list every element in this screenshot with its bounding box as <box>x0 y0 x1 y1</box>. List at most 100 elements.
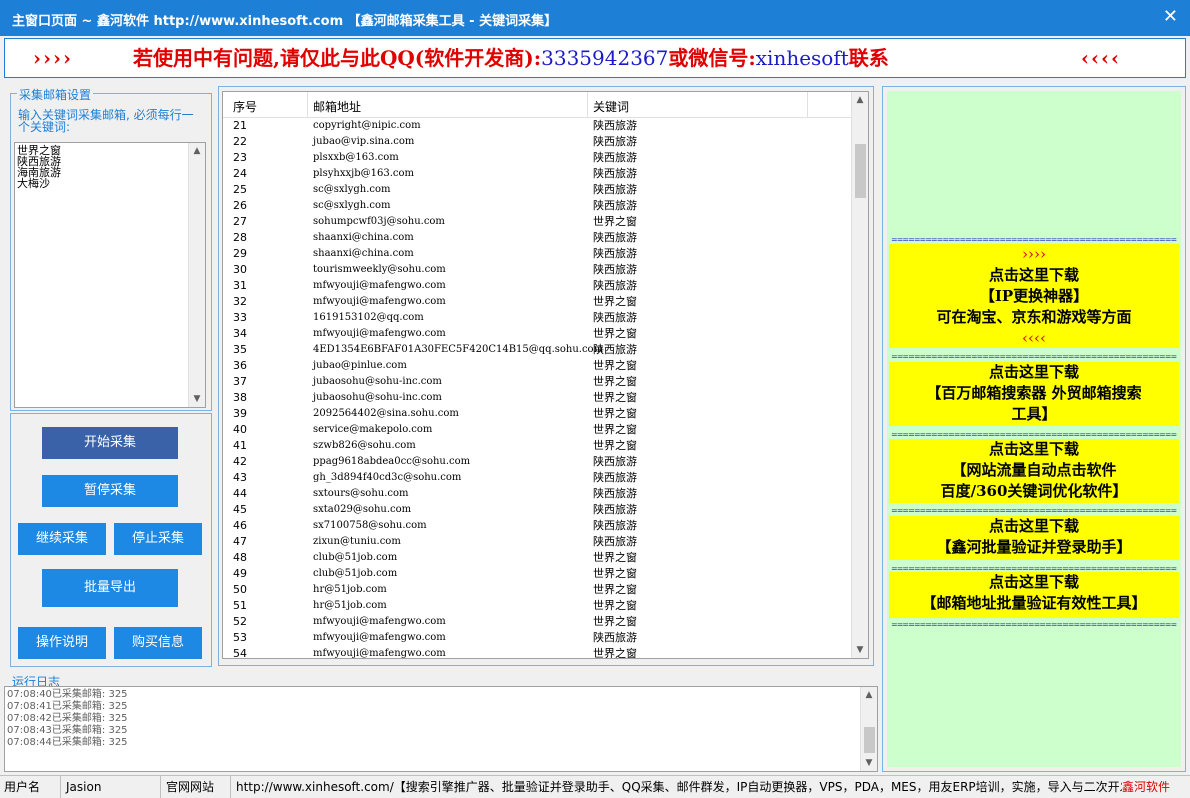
table-row[interactable]: 54 mfwyouji@mafengwo.com 世界之窗 <box>223 646 853 658</box>
table-row[interactable]: 26 sc@sxlygh.com 陕西旅游 <box>223 198 853 214</box>
results-table[interactable]: 序号 邮箱地址 关键词 21 copyright@nipic.com 陕西旅游 22 j… <box>222 91 869 659</box>
table-row[interactable]: 46 sx7100758@sohu.com 陕西旅游 <box>223 518 853 534</box>
row-keyword: 世界之窗 <box>593 391 637 404</box>
table-row[interactable]: 50 hr@51job.com 世界之窗 <box>223 582 853 598</box>
row-index: 53 <box>233 631 247 644</box>
row-keyword: 陕西旅游 <box>593 263 637 276</box>
row-index: 30 <box>233 263 247 276</box>
table-row[interactable]: 51 hr@51job.com 世界之窗 <box>223 598 853 614</box>
export-button[interactable]: 批量导出 <box>42 569 178 607</box>
table-row[interactable]: 48 club@51job.com 世界之窗 <box>223 550 853 566</box>
scroll-down-icon[interactable]: ▼ <box>852 642 868 658</box>
help-button[interactable]: 操作说明 <box>18 627 106 659</box>
start-button[interactable]: 开始采集 <box>42 427 178 459</box>
table-row[interactable]: 40 service@makepolo.com 世界之窗 <box>223 422 853 438</box>
scroll-up-icon[interactable]: ▲ <box>189 143 205 159</box>
ad-email-searcher[interactable]: 点击这里下载 【百万邮箱搜索器 外贸邮箱搜索 工具】 <box>889 362 1179 426</box>
row-index: 35 <box>233 343 247 356</box>
ad-ip-changer[interactable]: ›››› 点击这里下载 【IP更换神器】 可在淘宝、京东和游戏等方面 ‹‹‹‹ <box>889 244 1179 348</box>
log-scrollbar[interactable]: ▲ ▼ <box>860 687 877 771</box>
row-keyword: 陕西旅游 <box>593 151 637 164</box>
table-scrollbar[interactable]: ▲ ▼ <box>851 92 868 658</box>
log-textarea[interactable]: 07:08:40已采集邮箱: 325 07:08:41已采集邮箱: 325 07:0… <box>4 686 878 772</box>
scroll-up-icon[interactable]: ▲ <box>861 687 877 703</box>
table-row[interactable]: 24 plsyhxxjb@163.com 陕西旅游 <box>223 166 853 182</box>
scroll-down-icon[interactable]: ▼ <box>861 755 877 771</box>
title-bar: 主窗口页面 ~ 鑫河软件 http://www.xinhesoft.com 【鑫… <box>0 0 1190 36</box>
table-row[interactable]: 34 mfwyouji@mafengwo.com 世界之窗 <box>223 326 853 342</box>
keyword-textarea[interactable]: 世界之窗 陕西旅游 海南旅游 大梅沙 ▲ ▼ <box>14 142 206 408</box>
table-row[interactable]: 22 jubao@vip.sina.com 陕西旅游 <box>223 134 853 150</box>
stop-button[interactable]: 停止采集 <box>114 523 202 555</box>
table-row[interactable]: 43 gh_3d894f40cd3c@sohu.com 陕西旅游 <box>223 470 853 486</box>
banner-message: 若使用中有问题,请仅此与此QQ(软件开发商):3335942367或微信号:xi… <box>133 46 889 70</box>
continue-button[interactable]: 继续采集 <box>18 523 106 555</box>
scroll-thumb[interactable] <box>864 727 875 753</box>
table-row[interactable]: 27 sohumpcwf03j@sohu.com 世界之窗 <box>223 214 853 230</box>
row-index: 31 <box>233 279 247 292</box>
table-row[interactable]: 23 plsxxb@163.com 陕西旅游 <box>223 150 853 166</box>
ad-divider: ========================================… <box>891 353 1177 361</box>
row-email: gh_3d894f40cd3c@sohu.com <box>313 472 462 483</box>
scroll-down-icon[interactable]: ▼ <box>189 391 205 407</box>
table-row[interactable]: 28 shaanxi@china.com 陕西旅游 <box>223 230 853 246</box>
row-email: hr@51job.com <box>313 584 387 595</box>
row-keyword: 陕西旅游 <box>593 503 637 516</box>
row-keyword: 陕西旅游 <box>593 535 637 548</box>
keyword-scrollbar[interactable]: ▲ ▼ <box>188 143 205 407</box>
scroll-thumb[interactable] <box>855 144 866 198</box>
row-keyword: 陕西旅游 <box>593 471 637 484</box>
row-email: sc@sxlygh.com <box>313 184 391 195</box>
close-icon[interactable]: ✕ <box>1163 6 1178 27</box>
ad-login-helper[interactable]: 点击这里下载 【鑫河批量验证并登录助手】 <box>889 516 1179 560</box>
user-label: 用户名 <box>4 780 41 794</box>
table-row[interactable]: 47 zixun@tuniu.com 陕西旅游 <box>223 534 853 550</box>
table-row[interactable]: 30 tourismweekly@sohu.com 陕西旅游 <box>223 262 853 278</box>
table-row[interactable]: 38 jubaosohu@sohu-inc.com 世界之窗 <box>223 390 853 406</box>
table-row[interactable]: 39 2092564402@sina.sohu.com 世界之窗 <box>223 406 853 422</box>
table-row[interactable]: 37 jubaosohu@sohu-inc.com 世界之窗 <box>223 374 853 390</box>
row-index: 23 <box>233 151 247 164</box>
table-row[interactable]: 21 copyright@nipic.com 陕西旅游 <box>223 118 853 134</box>
row-email: hr@51job.com <box>313 600 387 611</box>
row-keyword: 陕西旅游 <box>593 343 637 356</box>
row-index: 38 <box>233 391 247 404</box>
table-row[interactable]: 44 sxtours@sohu.com 陕西旅游 <box>223 486 853 502</box>
row-keyword: 陕西旅游 <box>593 167 637 180</box>
table-row[interactable]: 53 mfwyouji@mafengwo.com 陕西旅游 <box>223 630 853 646</box>
brand-label: 鑫河软件 <box>1122 776 1171 798</box>
row-index: 40 <box>233 423 247 436</box>
table-row[interactable]: 33 1619153102@qq.com 陕西旅游 <box>223 310 853 326</box>
table-row[interactable]: 42 ppag9618abdea0cc@sohu.com 陕西旅游 <box>223 454 853 470</box>
log-line: 07:08:44已采集邮箱: 325 <box>7 737 128 748</box>
site-link[interactable]: http://www.xinhesoft.com/【搜索引擎推广器、批量验证并登… <box>236 776 1132 798</box>
site-label: 官网网站 <box>166 780 215 794</box>
table-row[interactable]: 32 mfwyouji@mafengwo.com 世界之窗 <box>223 294 853 310</box>
scroll-up-icon[interactable]: ▲ <box>852 92 868 108</box>
row-email: plsyhxxjb@163.com <box>313 168 414 179</box>
buy-button[interactable]: 购买信息 <box>114 627 202 659</box>
ad-traffic-clicker[interactable]: 点击这里下载 【网站流量自动点击软件 百度/360关键词优化软件】 <box>889 439 1179 503</box>
pause-button[interactable]: 暂停采集 <box>42 475 178 507</box>
row-keyword: 世界之窗 <box>593 375 637 388</box>
row-index: 48 <box>233 551 247 564</box>
table-row[interactable]: 41 szwb826@sohu.com 世界之窗 <box>223 438 853 454</box>
ad-email-validator[interactable]: 点击这里下载 【邮箱地址批量验证有效性工具】 <box>889 572 1179 618</box>
row-keyword: 陕西旅游 <box>593 247 637 260</box>
table-row[interactable]: 36 jubao@pinlue.com 世界之窗 <box>223 358 853 374</box>
table-row[interactable]: 31 mfwyouji@mafengwo.com 陕西旅游 <box>223 278 853 294</box>
row-index: 25 <box>233 183 247 196</box>
row-keyword: 陕西旅游 <box>593 183 637 196</box>
table-row[interactable]: 52 mfwyouji@mafengwo.com 世界之窗 <box>223 614 853 630</box>
keyword-lines: 世界之窗 陕西旅游 海南旅游 大梅沙 <box>17 145 61 189</box>
row-index: 50 <box>233 583 247 596</box>
table-row[interactable]: 45 sxta029@sohu.com 陕西旅游 <box>223 502 853 518</box>
row-keyword: 陕西旅游 <box>593 631 637 644</box>
table-row[interactable]: 29 shaanxi@china.com 陕西旅游 <box>223 246 853 262</box>
table-row[interactable]: 49 club@51job.com 世界之窗 <box>223 566 853 582</box>
table-row[interactable]: 35 4ED1354E6BFAF01A30FEC5F420C14B15@qq.so… <box>223 342 853 358</box>
row-email: shaanxi@china.com <box>313 248 414 259</box>
row-index: 22 <box>233 135 247 148</box>
ad-divider: ========================================… <box>891 621 1177 629</box>
table-row[interactable]: 25 sc@sxlygh.com 陕西旅游 <box>223 182 853 198</box>
